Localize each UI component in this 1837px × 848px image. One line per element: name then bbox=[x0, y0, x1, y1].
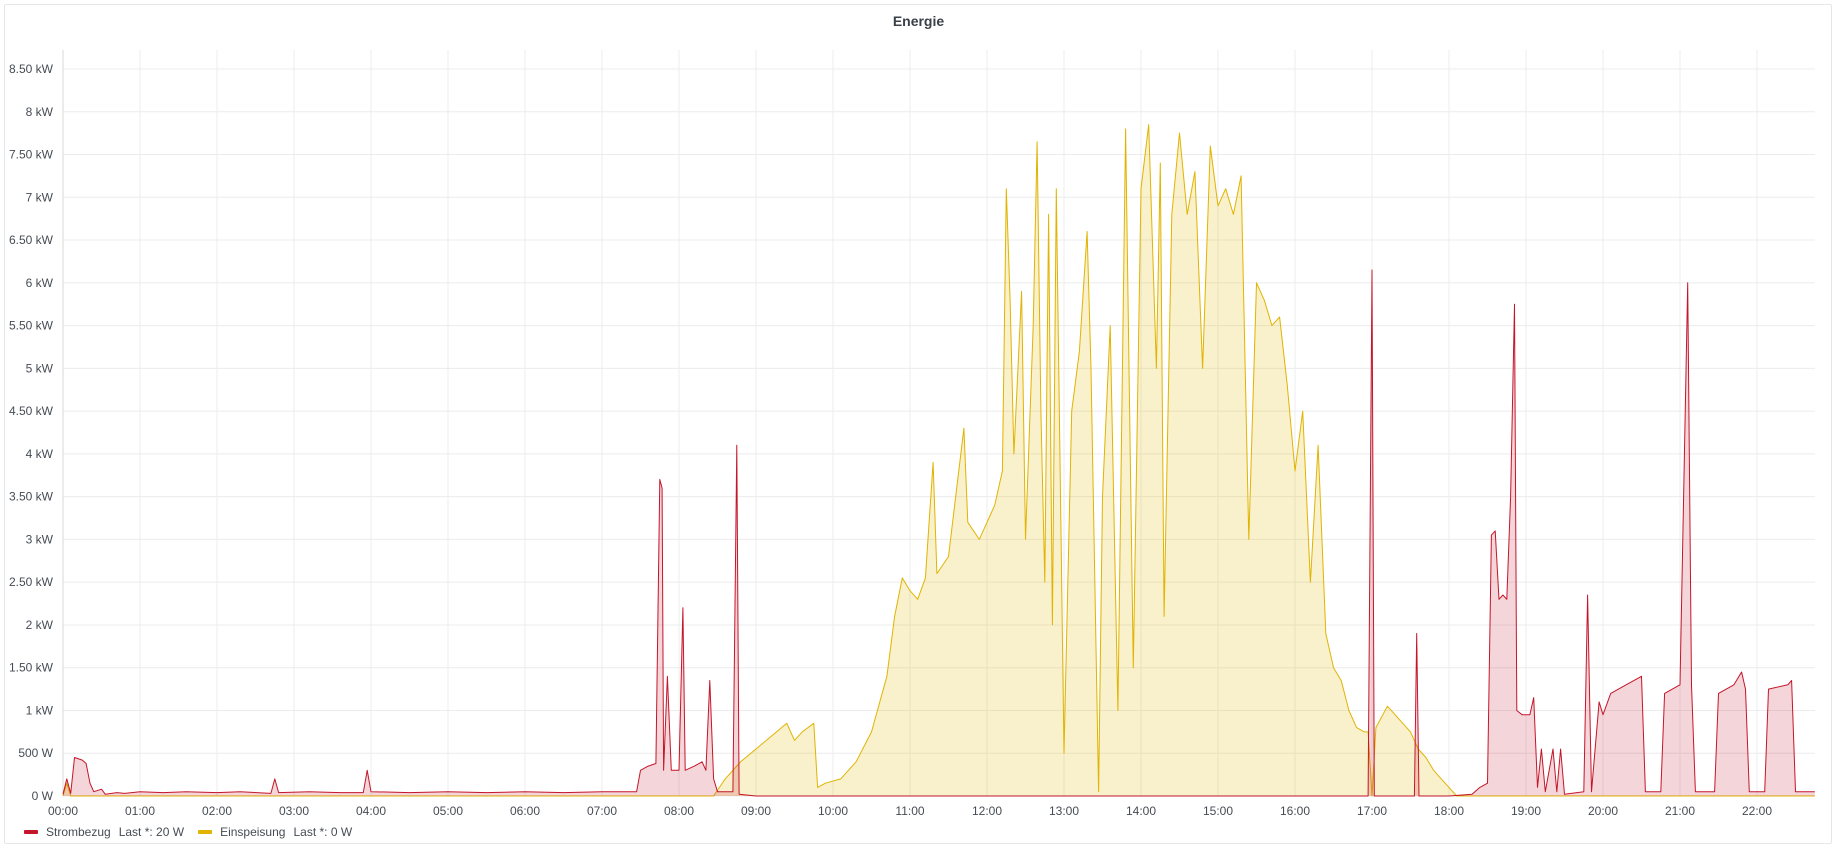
y-tick-label: 7 kW bbox=[26, 190, 54, 204]
x-tick-label: 16:00 bbox=[1280, 804, 1310, 818]
y-tick-label: 8 kW bbox=[26, 105, 54, 119]
x-tick-label: 05:00 bbox=[433, 804, 463, 818]
series-color-swatch bbox=[198, 830, 213, 834]
x-tick-label: 10:00 bbox=[818, 804, 848, 818]
y-tick-label: 5.50 kW bbox=[9, 319, 54, 333]
x-tick-label: 13:00 bbox=[1049, 804, 1079, 818]
series-color-swatch bbox=[24, 830, 38, 834]
legend-last-value: Last *: 0 W bbox=[293, 825, 353, 839]
y-tick-label: 7.50 kW bbox=[9, 148, 54, 162]
legend-series-name: Strombezug bbox=[46, 825, 111, 839]
y-tick-label: 5 kW bbox=[26, 361, 54, 375]
y-tick-label: 3 kW bbox=[26, 532, 54, 546]
legend-item-strombezug[interactable]: Strombezug Last *: 20 W bbox=[24, 825, 184, 839]
x-tick-label: 15:00 bbox=[1203, 804, 1233, 818]
x-tick-label: 12:00 bbox=[972, 804, 1002, 818]
x-tick-label: 08:00 bbox=[664, 804, 694, 818]
x-tick-label: 04:00 bbox=[356, 804, 386, 818]
y-tick-label: 3.50 kW bbox=[9, 490, 54, 504]
y-tick-label: 500 W bbox=[18, 746, 53, 760]
x-tick-label: 19:00 bbox=[1511, 804, 1541, 818]
x-tick-label: 14:00 bbox=[1126, 804, 1156, 818]
y-tick-label: 1 kW bbox=[26, 703, 54, 717]
legend-series-name: Einspeisung bbox=[220, 825, 286, 839]
x-tick-label: 00:00 bbox=[48, 804, 78, 818]
x-tick-label: 18:00 bbox=[1434, 804, 1464, 818]
x-axis: 00:00 01:00 02:00 03:00 04:00 05:00 06:00 07:00… bbox=[48, 804, 1772, 818]
y-tick-label: 4.50 kW bbox=[9, 404, 54, 418]
y-tick-label: 0 W bbox=[32, 789, 54, 803]
y-tick-label: 6.50 kW bbox=[9, 233, 54, 247]
x-tick-label: 20:00 bbox=[1588, 804, 1618, 818]
legend-item-einspeisung[interactable]: Einspeisung Last *: 0 W bbox=[198, 825, 352, 839]
legend: Strombezug Last *: 20 W Einspeisung Last… bbox=[24, 823, 366, 841]
energy-chart[interactable]: 0 W 500 W 1 kW 1.50 kW 2 kW 2.50 kW 3 kW 3.50 k… bbox=[0, 0, 1837, 848]
x-tick-label: 17:00 bbox=[1357, 804, 1387, 818]
x-tick-label: 03:00 bbox=[279, 804, 309, 818]
x-tick-label: 21:00 bbox=[1665, 804, 1695, 818]
x-tick-label: 09:00 bbox=[741, 804, 771, 818]
y-tick-label: 8.50 kW bbox=[9, 62, 54, 76]
y-axis: 0 W 500 W 1 kW 1.50 kW 2 kW 2.50 kW 3 kW 3.50 k… bbox=[9, 62, 54, 803]
y-tick-label: 4 kW bbox=[26, 447, 54, 461]
plot-area bbox=[62, 124, 1815, 797]
x-tick-label: 06:00 bbox=[510, 804, 540, 818]
y-tick-label: 1.50 kW bbox=[9, 661, 54, 675]
y-tick-label: 2 kW bbox=[26, 618, 54, 632]
x-tick-label: 11:00 bbox=[895, 804, 924, 818]
x-tick-label: 07:00 bbox=[587, 804, 617, 818]
y-tick-label: 6 kW bbox=[26, 276, 54, 290]
x-tick-label: 01:00 bbox=[125, 804, 155, 818]
x-tick-label: 02:00 bbox=[202, 804, 232, 818]
x-tick-label: 22:00 bbox=[1742, 804, 1772, 818]
series-area-einspeisung bbox=[63, 124, 1815, 797]
y-tick-label: 2.50 kW bbox=[9, 575, 54, 589]
legend-last-value: Last *: 20 W bbox=[118, 825, 185, 839]
